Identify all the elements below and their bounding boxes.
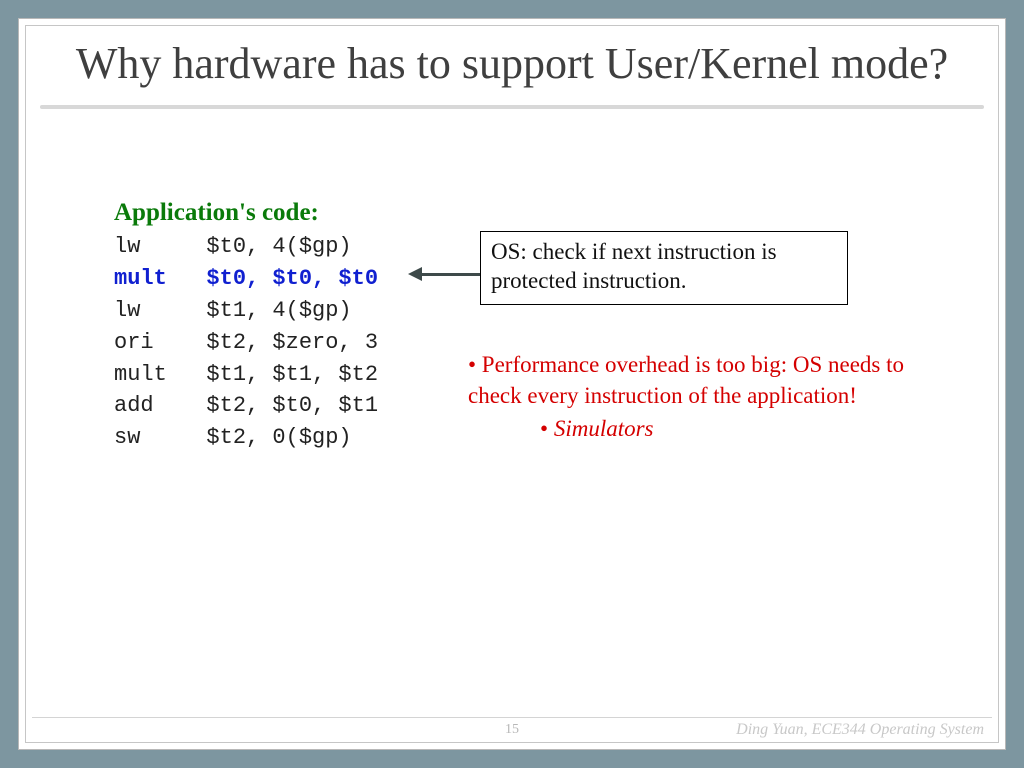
code-lines: lw $t0, 4($gp) mult $t0, $t0, $t0 lw $t1… xyxy=(114,231,378,454)
outer-frame: Why hardware has to support User/Kernel … xyxy=(18,18,1006,750)
slide-title: Why hardware has to support User/Kernel … xyxy=(26,26,998,105)
arrow-icon xyxy=(408,267,478,281)
code-line-2: mult $t0, $t0, $t0 xyxy=(114,266,378,291)
code-line-7: sw $t2, 0($gp) xyxy=(114,425,352,450)
content-area: Application's code: lw $t0, 4($gp) mult … xyxy=(26,109,998,645)
footer-credit: Ding Yuan, ECE344 Operating System xyxy=(736,721,984,739)
sim-word: Simulators xyxy=(554,416,654,441)
arrow-head-icon xyxy=(408,267,422,281)
footer-rule xyxy=(32,717,992,718)
simulators-bullet: • Simulators xyxy=(540,413,918,444)
code-line-4: ori $t2, $zero, 3 xyxy=(114,330,378,355)
code-heading: Application's code: xyxy=(114,199,378,227)
arrow-line xyxy=(418,273,480,276)
code-block: Application's code: lw $t0, 4($gp) mult … xyxy=(114,199,378,454)
code-line-6: add $t2, $t0, $t1 xyxy=(114,393,378,418)
code-line-1: lw $t0, 4($gp) xyxy=(114,234,352,259)
inner-frame: Why hardware has to support User/Kernel … xyxy=(25,25,999,743)
overhead-text: • Performance overhead is too big: OS ne… xyxy=(468,349,918,444)
code-line-3: lw $t1, 4($gp) xyxy=(114,298,352,323)
sim-bullet-dot: • xyxy=(540,416,554,441)
code-line-5: mult $t1, $t1, $t2 xyxy=(114,362,378,387)
overhead-bullet: • Performance overhead is too big: OS ne… xyxy=(468,349,918,411)
callout-box: OS: check if next instruction is protect… xyxy=(480,231,848,305)
